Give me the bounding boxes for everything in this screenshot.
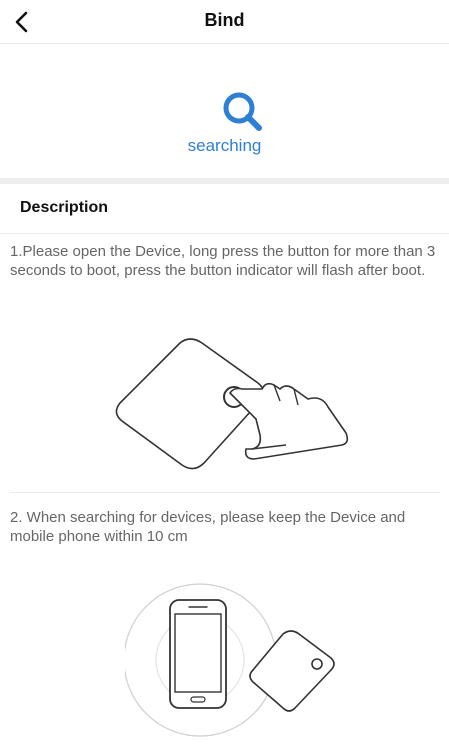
section-divider <box>0 178 449 184</box>
page-title: Bind <box>204 10 245 30</box>
search-icon <box>218 87 272 141</box>
search-status-label: searching <box>187 136 262 155</box>
step-2-text: 2. When searching for devices, please ke… <box>10 509 406 545</box>
navigation-bar: Bind <box>0 0 449 44</box>
divider <box>10 492 440 493</box>
divider <box>0 233 449 234</box>
phone-near-device-illustration <box>123 578 345 743</box>
step-1-text: 1.Please open the Device, long press the… <box>10 243 436 279</box>
search-status-area: searching <box>0 44 449 179</box>
description-title: Description <box>20 199 109 216</box>
finger-press-device-illustration <box>110 335 360 480</box>
